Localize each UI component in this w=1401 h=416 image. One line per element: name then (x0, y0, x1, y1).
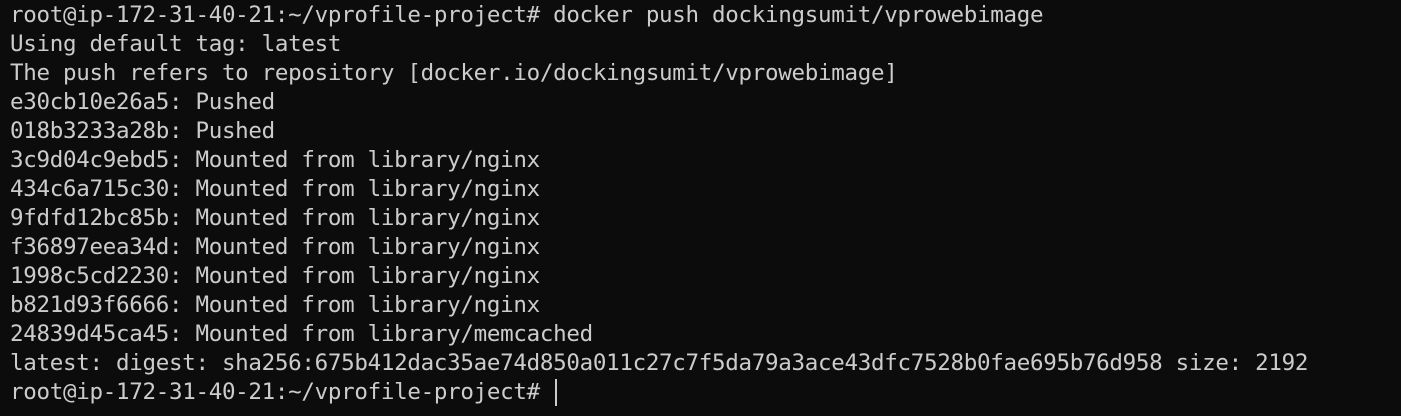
terminal-line: 018b3233a28b: Pushed (10, 118, 275, 144)
terminal-line: 1998c5cd2230: Mounted from library/nginx (10, 263, 540, 289)
terminal-line: e30cb10e26a5: Pushed (10, 89, 275, 115)
terminal-window[interactable]: root@ip-172-31-40-21:~/vprofile-project#… (0, 0, 1401, 416)
terminal-output: root@ip-172-31-40-21:~/vprofile-project#… (10, 0, 1401, 407)
text-cursor (555, 379, 558, 406)
terminal-line: latest: digest: sha256:675b412dac35ae74d… (10, 350, 1309, 376)
terminal-line: 3c9d04c9ebd5: Mounted from library/nginx (10, 147, 540, 173)
terminal-line: The push refers to repository [docker.io… (10, 60, 898, 86)
terminal-line: 9fdfd12bc85b: Mounted from library/nginx (10, 205, 540, 231)
prompt-line[interactable]: root@ip-172-31-40-21:~/vprofile-project# (10, 378, 1401, 407)
terminal-line: 24839d45ca45: Mounted from library/memca… (10, 321, 593, 347)
terminal-line: f36897eea34d: Mounted from library/nginx (10, 234, 540, 260)
terminal-line: 434c6a715c30: Mounted from library/nginx (10, 176, 540, 202)
shell-prompt: root@ip-172-31-40-21:~/vprofile-project# (10, 379, 554, 405)
terminal-line: b821d93f6666: Mounted from library/nginx (10, 292, 540, 318)
terminal-line: root@ip-172-31-40-21:~/vprofile-project#… (10, 2, 1044, 28)
terminal-line: Using default tag: latest (10, 31, 342, 57)
